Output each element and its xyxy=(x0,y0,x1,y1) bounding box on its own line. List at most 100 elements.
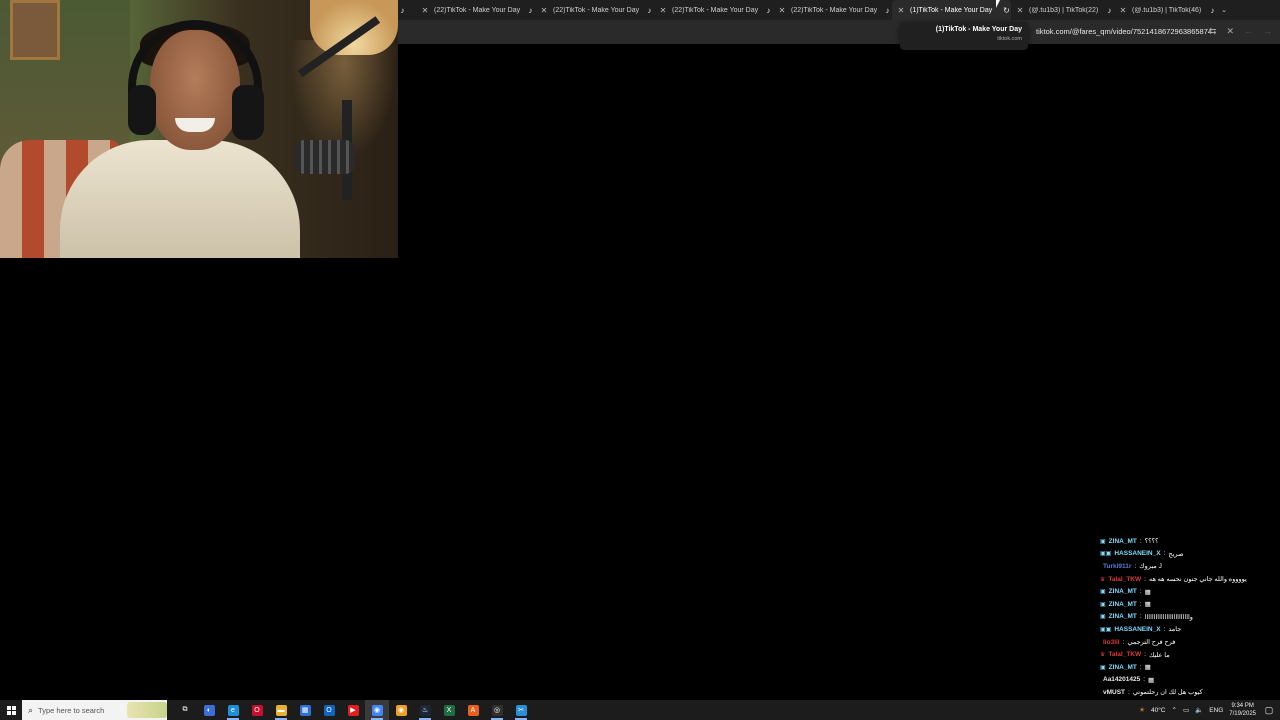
chat-separator: : xyxy=(1134,562,1137,570)
chat-overlay: ▣ ZINA_MT: ؟؟؟؟ ▣▣ HASSANEIN_X: صريح Turki911r… xyxy=(1100,535,1275,720)
chat-separator: : xyxy=(1139,663,1142,671)
chat-separator: : xyxy=(1128,688,1130,696)
reload-icon[interactable]: ↻ xyxy=(1002,6,1011,15)
chat-separator: : xyxy=(1144,575,1146,583)
taskbar-search[interactable]: ⌕ Type here to search xyxy=(22,700,167,720)
taskbar-app-button[interactable]: ▶ xyxy=(341,700,365,720)
clock[interactable]: 9:34 PM 7/19/2025 xyxy=(1229,702,1256,718)
taskbar-app-button[interactable]: ◉ xyxy=(389,700,413,720)
tab-partial[interactable]: ♪ xyxy=(398,0,416,20)
close-tab-icon[interactable]: ✕ xyxy=(654,6,672,15)
taskbar-apps: ⧉ ◐ e O ▬ ▦ O ▶ ◉ ◉ ♨ X A ◎ ✂ xyxy=(173,700,533,720)
tiktok-icon: ♪ xyxy=(1107,5,1112,15)
chat-text: ▦ xyxy=(1144,664,1151,672)
notification-icon[interactable]: ▢ xyxy=(1262,703,1276,717)
close-tab-icon[interactable]: ✕ xyxy=(416,6,434,15)
translate-icon[interactable]: ⇆ xyxy=(1209,26,1217,37)
url-text[interactable]: tiktok.com/@fares_qm/video/7521418672963… xyxy=(1036,27,1212,36)
tooltip-title: (1)TikTok - Make Your Day xyxy=(935,26,1022,33)
chat-separator: : xyxy=(1144,651,1146,659)
copilot-icon: ◐ xyxy=(203,704,215,716)
chat-message: ▣ ZINA_MT: ▦ xyxy=(1100,585,1275,598)
taskbar-app-button[interactable]: ◐ xyxy=(197,700,221,720)
chat-badge-icon: ♛ xyxy=(1100,576,1106,583)
chat-username: HASSANEIN_X xyxy=(1114,550,1161,558)
weather-temp[interactable]: 40°C xyxy=(1151,707,1166,714)
taskbar-app-button[interactable]: ▦ xyxy=(293,700,317,720)
taskbar-app-button[interactable]: ⧉ xyxy=(173,700,197,720)
chat-separator: : xyxy=(1139,600,1142,608)
tab-list-button[interactable]: ⌄ xyxy=(1217,0,1231,20)
network-icon[interactable]: ▭ xyxy=(1183,706,1189,714)
chat-badge-icon: ▣▣ xyxy=(1100,626,1112,633)
taskbar-app-button[interactable]: O xyxy=(245,700,269,720)
chat-message: Turki911r: مبروك J xyxy=(1100,560,1275,573)
chat-username: ZINA_MT xyxy=(1108,613,1137,621)
chat-badge-icon: ▣ xyxy=(1100,664,1106,671)
language-indicator[interactable]: ENG xyxy=(1209,707,1223,714)
taskbar-app-button[interactable]: ♨ xyxy=(413,700,437,720)
chat-text: ▦ xyxy=(1148,676,1155,684)
close-icon[interactable]: ✕ xyxy=(1226,26,1234,37)
chat-username: ZINA_MT xyxy=(1108,663,1137,671)
back-arrow-icon[interactable]: ← xyxy=(1244,26,1253,37)
chat-badge-icon: ▣ xyxy=(1100,589,1106,596)
close-tab-icon[interactable]: ✕ xyxy=(773,6,791,15)
tiktok-icon: ♪ xyxy=(647,5,652,15)
chat-message: ♛ Talal_TKW: ما عليك xyxy=(1100,648,1275,661)
browser-tab[interactable]: ✕ (22)TikTok - Make Your Day ♪ xyxy=(773,0,892,20)
steam-icon: ♨ xyxy=(419,704,431,716)
chat-separator: : xyxy=(1139,588,1142,596)
tray-chevron-icon[interactable]: ⌃ xyxy=(1172,706,1177,714)
taskbar-app-button[interactable]: ✂ xyxy=(509,700,533,720)
chat-text: وااااااااااااااااااااااااا xyxy=(1144,613,1193,621)
clock-date: 7/19/2025 xyxy=(1229,711,1256,717)
close-tab-icon[interactable]: ✕ xyxy=(1114,6,1132,15)
close-tab-icon[interactable]: ✕ xyxy=(1011,6,1029,15)
chat-badge-icon: ▣▣ xyxy=(1100,551,1112,558)
chat-message: vMUST: كيوب هل لك ان رحلتموني xyxy=(1100,686,1275,699)
browser-tab[interactable]: ✕ (22)TikTok - Make Your Day ♪ xyxy=(654,0,773,20)
taskbar-app-button[interactable]: ◎ xyxy=(485,700,509,720)
weather-icon[interactable]: ☀ xyxy=(1139,706,1145,714)
chat-text: ▦ xyxy=(1144,588,1151,596)
taskbar-app-button[interactable]: O xyxy=(317,700,341,720)
microphone xyxy=(295,140,355,174)
taskbar-app-button[interactable]: A xyxy=(461,700,485,720)
outlook-icon: O xyxy=(323,704,335,716)
volume-icon[interactable]: 🔈 xyxy=(1195,706,1203,714)
chat-text: صريح xyxy=(1168,550,1184,558)
chat-username: ZINA_MT xyxy=(1108,537,1137,545)
browser-tab[interactable]: ✕ (22)TikTok - Make Your Day ♪ xyxy=(535,0,654,20)
taskbar-app-button[interactable]: e xyxy=(221,700,245,720)
chat-username: lio3lil xyxy=(1103,638,1120,646)
chat-separator: : xyxy=(1163,625,1166,633)
browser-tab[interactable]: ✕ (@.tu1b3) | TikTok(46) ♪ xyxy=(1114,0,1217,20)
taskbar-app-button[interactable]: X xyxy=(437,700,461,720)
chat-message: Aa14201425: ▦ xyxy=(1100,674,1275,687)
start-button[interactable] xyxy=(0,700,22,720)
browser-tab[interactable]: ✕ (@.tu1b3) | TikTok(22) ♪ xyxy=(1011,0,1114,20)
taskbar-app-button[interactable]: ▬ xyxy=(269,700,293,720)
close-tab-icon[interactable]: ✕ xyxy=(892,6,910,15)
chat-message: ▣ ZINA_MT: ▦ xyxy=(1100,598,1275,611)
browser-tab-active[interactable]: ✕ (1)TikTok - Make Your Day ↻ xyxy=(892,0,1011,20)
acrobat-icon: A xyxy=(467,704,479,716)
browser-tab[interactable]: ✕ (22)TikTok - Make Your Day ♪ xyxy=(416,0,535,20)
chat-text: كيوب هل لك ان رحلتموني xyxy=(1132,689,1203,697)
address-bar[interactable]: tiktok.com/@fares_qm/video/7521418672963… xyxy=(398,20,1280,44)
system-tray: ☀ 40°C ⌃ ▭ 🔈 ENG 9:34 PM 7/19/2025 ▢ xyxy=(1139,700,1280,720)
close-tab-icon[interactable]: ✕ xyxy=(535,6,553,15)
clock-time: 9:34 PM xyxy=(1231,703,1254,709)
chat-username: Talal_TKW xyxy=(1108,575,1142,583)
chat-separator: : xyxy=(1139,537,1142,545)
search-highlight-art xyxy=(127,702,167,718)
snipping-tool-icon: ✂ xyxy=(515,704,527,716)
taskbar-app-button[interactable]: ◉ xyxy=(365,700,389,720)
chat-message: lio3lil: فرح فرح الترجمي xyxy=(1100,636,1275,649)
chat-badge-icon: ▣ xyxy=(1100,614,1106,621)
forward-arrow-icon[interactable]: → xyxy=(1263,26,1272,37)
store-icon: ▦ xyxy=(299,704,311,716)
browser-tab-strip: ♪ ✕ (22)TikTok - Make Your Day ♪ ✕ (22)T… xyxy=(398,0,1280,20)
opera-icon: O xyxy=(251,704,263,716)
